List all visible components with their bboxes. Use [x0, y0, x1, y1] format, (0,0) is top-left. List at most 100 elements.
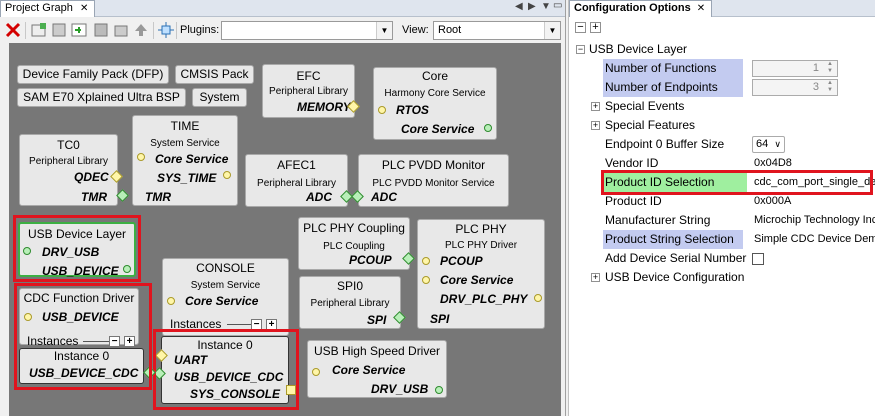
tab-project-graph-label: Project Graph [5, 2, 73, 14]
plc-phy-coupling-subtitle: PLC Coupling [323, 241, 385, 252]
view-value: Root [438, 24, 462, 36]
close-icon[interactable]: ✕ [80, 3, 88, 14]
usb-device-layer-collapse-icon[interactable]: − [576, 45, 585, 54]
usbhs-core-service-connector[interactable] [312, 368, 320, 376]
cdc-function-driver-highlight [14, 283, 152, 390]
delete-icon[interactable] [4, 21, 22, 39]
special-events-expand-icon[interactable]: + [591, 102, 600, 111]
afec1-adc-label: ADC [306, 190, 332, 204]
usbhs-drv-usb-connector[interactable] [435, 386, 443, 394]
plc-phy-title: PLC PHY [455, 222, 507, 236]
product-string-selection-label: Product String Selection [605, 232, 734, 246]
console-core-service-label: Core Service [185, 294, 259, 308]
plc-phy-node[interactable]: PLC PHY PLC PHY Driver PCOUP Core Servic… [417, 219, 545, 329]
time-subtitle: System Service [150, 138, 220, 149]
remove-group-icon[interactable] [92, 21, 110, 39]
usb-device-layer-highlight [13, 215, 141, 282]
tab-configuration-options[interactable]: Configuration Options ✕ [569, 0, 713, 17]
usbhs-core-service-label: Core Service [332, 363, 406, 377]
core-subtitle: Harmony Core Service [384, 88, 486, 99]
move-up-icon[interactable] [132, 21, 150, 39]
efc-subtitle: Peripheral Library [269, 86, 348, 97]
special-events-label[interactable]: Special Events [605, 97, 684, 116]
number-of-endpoints-value: 3 [812, 81, 819, 93]
product-id-value[interactable]: 0x000A [754, 192, 791, 211]
afec1-node[interactable]: AFEC1 Peripheral Library ADC [245, 154, 348, 207]
core-node[interactable]: Core Harmony Core Service RTOS Core Serv… [373, 67, 497, 140]
efc-node[interactable]: EFC Peripheral Library MEMORY [262, 64, 355, 118]
dfp-node[interactable]: Device Family Pack (DFP) [17, 65, 169, 84]
time-tmr-label: TMR [145, 190, 171, 204]
bsp-node[interactable]: SAM E70 Xplained Ultra BSP [17, 88, 186, 107]
efc-title: EFC [296, 69, 321, 83]
pin-icon[interactable] [112, 21, 130, 39]
close-icon[interactable]: ✕ [697, 3, 705, 14]
console-core-service-connector[interactable] [167, 297, 175, 305]
spinner-arrows-icon[interactable]: ▲ ▼ [827, 61, 833, 75]
time-sys-time-connector[interactable] [223, 171, 231, 179]
spi0-node[interactable]: SPI0 Peripheral Library SPI [299, 276, 401, 329]
tree-root-usb-device-layer[interactable]: USB Device Layer [589, 40, 687, 59]
add-component-icon[interactable] [70, 21, 88, 39]
special-features-expand-icon[interactable]: + [591, 121, 600, 130]
tc0-qdec-label: QDEC [74, 170, 109, 184]
system-node[interactable]: System [192, 88, 247, 107]
afec1-subtitle: Peripheral Library [257, 178, 336, 189]
plc-phy-coupling-pcoup-label: PCOUP [349, 253, 392, 267]
plc-phy-spi-label: SPI [430, 312, 450, 326]
number-of-functions-spinner[interactable]: 1 [752, 60, 838, 77]
plc-phy-pcoup-connector[interactable] [422, 257, 430, 265]
special-features-label[interactable]: Special Features [605, 116, 695, 135]
plc-pvdd-node[interactable]: PLC PVDD Monitor PLC PVDD Monitor Servic… [358, 154, 509, 207]
plc-phy-core-service-connector[interactable] [422, 276, 430, 284]
view-select[interactable]: Root ▼ [433, 21, 561, 40]
plc-phy-core-service-label: Core Service [440, 273, 514, 287]
new-group-icon[interactable] [30, 21, 48, 39]
core-rtos-label: RTOS [396, 103, 429, 117]
number-of-endpoints-spinner[interactable]: 3 [752, 79, 838, 96]
dropdown-icon[interactable]: ▼ [541, 1, 551, 12]
spi0-subtitle: Peripheral Library [310, 298, 390, 309]
tab-project-graph[interactable]: Project Graph ✕ [0, 0, 96, 17]
plugins-select[interactable]: ▼ [221, 21, 393, 40]
usbhs-title: USB High Speed Driver [313, 344, 441, 358]
cmsis-node[interactable]: CMSIS Pack [175, 65, 254, 84]
spinner-arrows-icon[interactable]: ▲ ▼ [827, 80, 833, 94]
plc-pvdd-title: PLC PVDD Monitor [381, 158, 486, 172]
maximize-icon[interactable]: ▭ [553, 0, 562, 11]
tc0-subtitle: Peripheral Library [29, 156, 108, 167]
product-string-selection-value[interactable]: Simple CDC Device Demo [754, 230, 875, 249]
move-to-group-icon[interactable] [50, 21, 68, 39]
core-service-label: Core Service [401, 122, 475, 136]
manufacturer-string-value[interactable]: Microchip Technology Inc. [754, 211, 875, 230]
usb-device-configuration-expand-icon[interactable]: + [591, 273, 600, 282]
usb-device-configuration-label[interactable]: USB Device Configuration [605, 268, 744, 287]
product-id-label: Product ID [605, 194, 662, 208]
plc-phy-coupling-node[interactable]: PLC PHY Coupling PLC Coupling PCOUP [298, 217, 410, 270]
time-node[interactable]: TIME System Service Core Service SYS_TIM… [132, 115, 238, 206]
graph-canvas[interactable]: Device Family Pack (DFP) CMSIS Pack SAM … [9, 43, 561, 416]
expand-all-button[interactable]: + [590, 22, 601, 33]
chevron-down-icon: ▼ [544, 22, 560, 39]
usb-high-speed-driver-node[interactable]: USB High Speed Driver Core Service DRV_U… [307, 340, 447, 398]
next-tab-icon[interactable]: ▶ [528, 1, 536, 12]
number-of-endpoints-label: Number of Endpoints [605, 80, 718, 94]
auto-arrange-icon[interactable] [157, 21, 175, 39]
endpoint0-buffer-size-select[interactable]: 64 ∨ [752, 136, 785, 153]
tc0-node[interactable]: TC0 Peripheral Library QDEC TMR [19, 134, 118, 206]
prev-tab-icon[interactable]: ◀ [515, 1, 523, 12]
time-core-service-connector[interactable] [137, 153, 145, 161]
core-service-connector[interactable] [484, 124, 492, 132]
core-title: Core [421, 69, 448, 83]
add-device-serial-number-checkbox[interactable] [752, 253, 764, 265]
add-device-serial-number-label: Add Device Serial Number [605, 251, 747, 265]
chevron-down-icon: ∨ [774, 139, 781, 149]
plc-pvdd-subtitle: PLC PVDD Monitor Service [372, 178, 495, 189]
tab-configuration-options-label: Configuration Options [574, 2, 691, 14]
plc-phy-drv-connector[interactable] [534, 294, 542, 302]
collapse-all-button[interactable]: − [575, 22, 586, 33]
plc-phy-pcoup-label: PCOUP [440, 254, 483, 268]
tc0-tmr-connector[interactable] [116, 189, 129, 202]
core-rtos-connector[interactable] [378, 106, 386, 114]
tc0-title: TC0 [57, 138, 80, 152]
